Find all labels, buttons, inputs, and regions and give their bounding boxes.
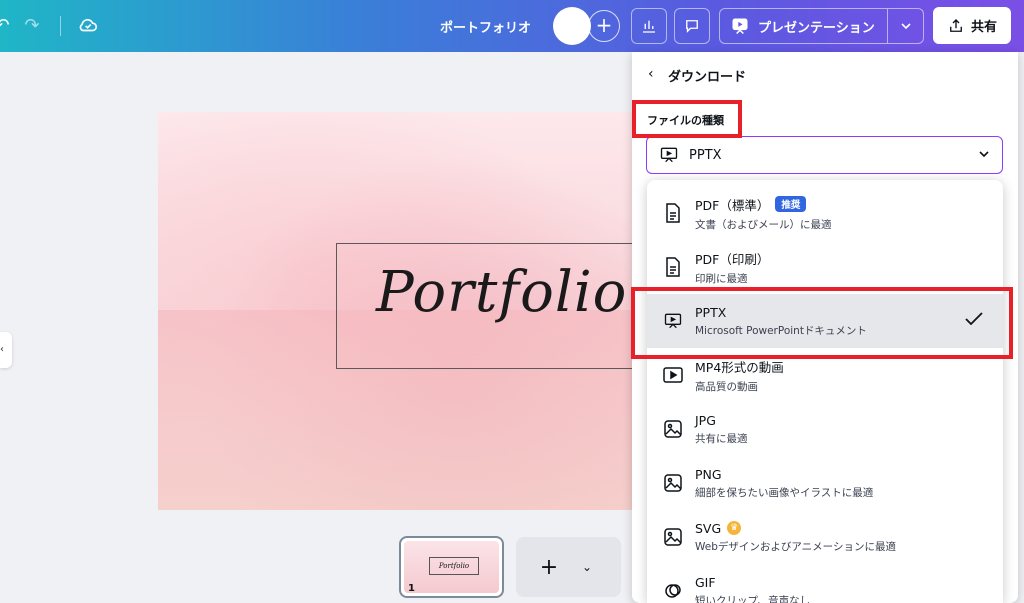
image-icon xyxy=(663,419,683,439)
present-label: プレゼンテーション xyxy=(758,20,875,36)
top-bar: ↶ ↷ ポートフォリオ + プレゼンテーション 共有 xyxy=(0,0,1024,52)
option-svg[interactable]: SVG ♛ Webデザインおよびアニメーションに最適 xyxy=(647,510,1003,564)
collapse-side-panel-handle[interactable]: ‹ xyxy=(0,332,12,368)
option-description: 細部を保ちたい画像やイラストに最適 xyxy=(695,486,874,499)
option-description: 印刷に最適 xyxy=(695,272,748,285)
option-description: 文書（およびメール）に最適 xyxy=(695,218,832,231)
upload-icon xyxy=(950,18,962,32)
option-name: MP4形式の動画 xyxy=(695,359,784,375)
chevron-down-icon[interactable]: ⌄ xyxy=(582,560,592,574)
option-name: JPG xyxy=(695,412,716,428)
document-icon xyxy=(663,257,683,277)
insights-button[interactable] xyxy=(631,8,667,44)
option-name: PNG xyxy=(695,466,722,482)
page-thumbnail[interactable]: Portfolio 1 xyxy=(399,536,504,598)
option-description: 短いクリップ、音声なし xyxy=(695,594,811,603)
document-icon xyxy=(663,203,683,223)
add-collaborator-button[interactable]: + xyxy=(588,10,620,42)
plus-icon: + xyxy=(595,13,613,37)
comments-button[interactable] xyxy=(674,8,710,44)
option-description: 高品質の動画 xyxy=(695,380,758,393)
image-icon xyxy=(663,527,683,547)
recommended-badge: 推奨 xyxy=(775,196,807,212)
present-options-button[interactable] xyxy=(888,8,924,44)
option-name: PDF（印刷） xyxy=(695,251,770,267)
design-title[interactable]: ポートフォリオ xyxy=(440,17,531,36)
image-icon xyxy=(663,473,683,493)
option-pdf-print[interactable]: PDF（印刷） 印刷に最適 xyxy=(647,240,1003,294)
option-description: 共有に最適 xyxy=(695,432,748,445)
file-type-highlight xyxy=(632,100,742,138)
crown-icon: ♛ xyxy=(727,521,742,535)
option-name: PDF（標準） xyxy=(695,197,770,213)
slide-title-text[interactable]: Portfolio xyxy=(376,260,627,325)
option-pdf-standard[interactable]: PDF（標準） 推奨 文書（およびメール）に最適 xyxy=(647,186,1003,240)
video-icon xyxy=(663,365,683,385)
toolbar-divider xyxy=(60,16,61,36)
slide-canvas[interactable]: Portfolio xyxy=(158,112,658,510)
option-description: Webデザインおよびアニメーションに最適 xyxy=(695,540,896,553)
file-type-dropdown: PDF（標準） 推奨 文書（およびメール）に最適 PDF（印刷） 印刷に最適 PP… xyxy=(647,180,1003,603)
present-button[interactable]: プレゼンテーション xyxy=(719,8,888,44)
chevron-down-icon xyxy=(900,23,911,30)
undo-icon[interactable]: ↶ xyxy=(0,14,14,38)
comment-icon xyxy=(686,20,698,33)
share-button[interactable]: 共有 xyxy=(933,7,1011,44)
cloud-saved-icon[interactable] xyxy=(76,14,100,38)
plus-icon: + xyxy=(539,554,559,580)
bar-chart-icon xyxy=(643,20,655,33)
thumbnail-title: Portfolio xyxy=(429,557,479,575)
option-name: SVG xyxy=(695,520,722,536)
redo-icon[interactable]: ↷ xyxy=(20,14,44,38)
panel-title: ダウンロード xyxy=(668,70,747,85)
thumbnail-preview: Portfolio xyxy=(404,541,499,593)
option-jpg[interactable]: JPG 共有に最適 xyxy=(647,402,1003,456)
option-gif[interactable]: GIF 短いクリップ、音声なし xyxy=(647,564,1003,603)
share-label: 共有 xyxy=(970,20,997,35)
presentation-icon xyxy=(660,147,678,163)
option-name: GIF xyxy=(695,574,716,590)
pptx-highlight xyxy=(631,287,1013,359)
present-icon xyxy=(732,18,748,35)
gif-icon xyxy=(663,581,683,601)
file-type-select[interactable]: PPTX xyxy=(646,136,1003,174)
back-chevron-icon[interactable]: ‹ xyxy=(648,66,654,82)
avatar[interactable] xyxy=(553,7,591,45)
page-number: 1 xyxy=(408,583,415,594)
add-page-button[interactable]: + ⌄ xyxy=(516,537,621,597)
file-type-value: PPTX xyxy=(689,147,722,163)
option-png[interactable]: PNG 細部を保ちたい画像やイラストに最適 xyxy=(647,456,1003,510)
chevron-down-icon xyxy=(978,148,990,163)
